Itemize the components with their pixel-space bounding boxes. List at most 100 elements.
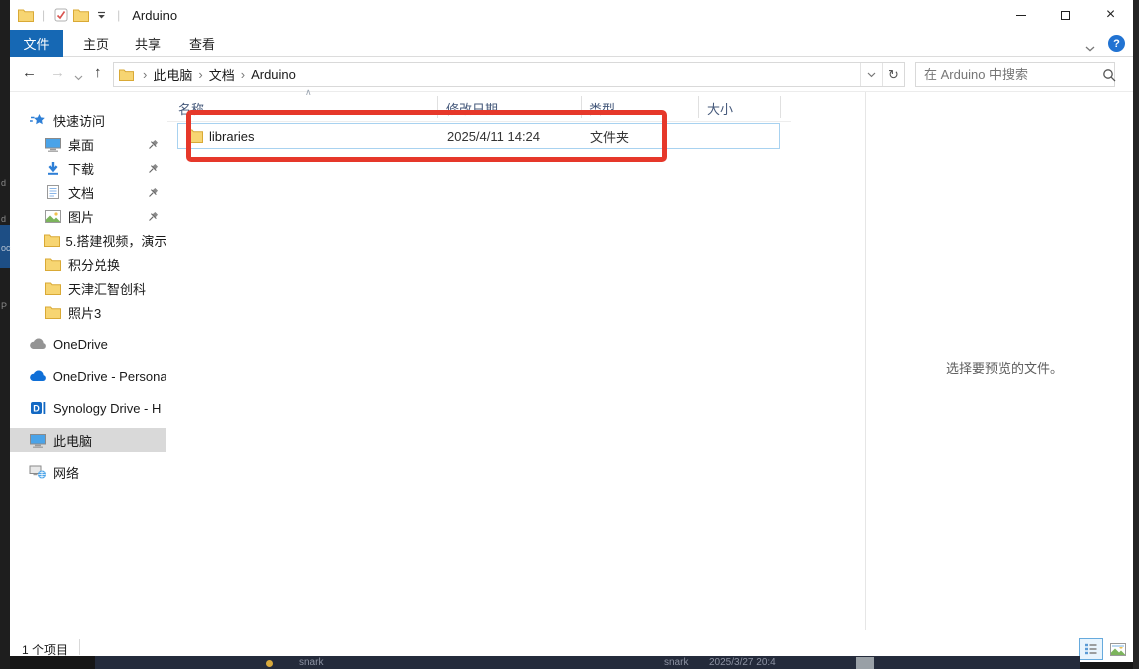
column-header-size[interactable]: 大小 <box>707 99 733 118</box>
sidebar-item-label: 快速访问 <box>53 111 105 130</box>
sidebar-item-label: 下载 <box>68 159 94 178</box>
view-details-button[interactable] <box>1079 638 1103 660</box>
sidebar-item-label: OneDrive - Persona <box>53 369 166 384</box>
svg-text:D: D <box>33 404 40 414</box>
sidebar-item-desktop[interactable]: 桌面 <box>10 132 166 156</box>
file-modified-date: 2025/4/11 14:24 <box>447 129 540 144</box>
ribbon-tab-bar: 文件 主页 共享 查看 ? <box>10 30 1133 57</box>
separator: | <box>117 8 120 22</box>
bg-text-fragment: d <box>1 214 6 224</box>
sidebar-item-label: 此电脑 <box>53 431 92 450</box>
status-separator <box>79 639 80 655</box>
qat-properties-icon[interactable] <box>51 4 71 26</box>
sidebar-item-label: 积分兑换 <box>68 255 120 274</box>
sidebar-item-label: Synology Drive - H <box>53 401 161 416</box>
desktop-icon <box>43 137 63 152</box>
sidebar-item-folder[interactable]: 积分兑换 <box>10 252 166 276</box>
folder-icon <box>43 306 63 319</box>
tab-share[interactable]: 共享 <box>122 30 174 57</box>
refresh-icon[interactable]: ↻ <box>882 63 904 86</box>
folder-icon <box>43 258 63 271</box>
close-button[interactable]: × <box>1088 0 1133 30</box>
address-folder-icon <box>114 64 138 86</box>
qat-customize-icon[interactable] <box>91 4 111 26</box>
column-header-name[interactable]: 名称 <box>178 99 204 118</box>
address-field[interactable]: › 此电脑 › 文档 › Arduino ↻ <box>113 62 905 87</box>
sidebar-item-this-pc[interactable]: 此电脑 <box>10 428 166 452</box>
pin-icon <box>148 211 159 222</box>
bg-scrollbar <box>856 657 874 669</box>
bg-text-fragment: d <box>1 178 6 188</box>
breadcrumb-arduino[interactable]: Arduino <box>245 67 302 82</box>
file-row-libraries[interactable]: libraries 2025/4/11 14:24 文件夹 <box>177 123 780 149</box>
view-thumbnails-button[interactable] <box>1106 638 1130 660</box>
sidebar-item-downloads[interactable]: 下载 <box>10 156 166 180</box>
separator: | <box>42 8 45 22</box>
bg-text-fragment: oc <box>1 243 11 253</box>
breadcrumb-this-pc[interactable]: 此电脑 <box>147 65 198 84</box>
preview-pane: 选择要预览的文件。 <box>866 92 1139 630</box>
tab-view[interactable]: 查看 <box>176 30 228 57</box>
address-bar-row: ← → ↑ › 此电脑 › 文档 › Arduino ↻ <box>10 57 1133 92</box>
preview-message: 选择要预览的文件。 <box>866 358 1139 377</box>
maximize-button[interactable] <box>1043 0 1088 30</box>
sidebar-item-folder[interactable]: 5.搭建视频，演示视 <box>10 228 166 252</box>
onedrive-cloud-blue-icon <box>28 370 48 382</box>
folder-icon <box>43 234 61 247</box>
folder-icon <box>186 129 203 143</box>
bg-file-icon <box>266 660 273 667</box>
search-input[interactable] <box>916 67 1100 82</box>
column-divider[interactable] <box>581 96 582 118</box>
bg-text-fragment: snark <box>299 657 323 668</box>
column-header-type[interactable]: 类型 <box>589 99 615 118</box>
sidebar-item-synology-drive[interactable]: D Synology Drive - H <box>10 396 166 420</box>
sidebar-item-label: 桌面 <box>68 135 94 154</box>
column-divider[interactable] <box>780 96 781 118</box>
search-icon[interactable] <box>1100 68 1123 82</box>
background-window-left-strip: d d oc P <box>0 0 10 669</box>
sidebar-item-network[interactable]: 网络 <box>10 460 166 484</box>
ribbon-collapse-chevron-icon[interactable] <box>1085 40 1095 55</box>
minimize-button[interactable] <box>998 0 1043 30</box>
background-window-bottom-left <box>10 656 95 669</box>
title-bar: | | Arduino × <box>10 0 1133 30</box>
sidebar-item-label: 网络 <box>53 463 79 482</box>
back-icon[interactable]: ← <box>22 64 37 81</box>
pin-icon <box>148 139 159 150</box>
breadcrumb-documents[interactable]: 文档 <box>203 65 241 84</box>
breadcrumb: › 此电脑 › 文档 › Arduino <box>138 65 860 84</box>
downloads-icon <box>43 161 63 176</box>
onedrive-cloud-icon <box>28 338 48 350</box>
up-icon[interactable]: ↑ <box>94 64 102 81</box>
sidebar-item-label: 5.搭建视频，演示视 <box>66 231 167 250</box>
tab-file[interactable]: 文件 <box>10 30 63 57</box>
sidebar-item-folder[interactable]: 天津汇智创科 <box>10 276 166 300</box>
window-folder-icon <box>16 4 36 26</box>
search-box[interactable] <box>915 62 1115 87</box>
file-name: libraries <box>209 129 255 144</box>
address-dropdown-chevron-icon[interactable] <box>860 63 882 86</box>
sidebar-item-onedrive[interactable]: OneDrive <box>10 332 166 356</box>
qat-new-folder-icon[interactable] <box>71 4 91 26</box>
sidebar-item-documents[interactable]: 文档 <box>10 180 166 204</box>
explorer-window: | | Arduino × 文件 主页 共享 查看 ? ← → <box>10 0 1133 662</box>
sidebar-item-label: 图片 <box>68 207 94 226</box>
forward-icon[interactable]: → <box>50 64 65 81</box>
file-type: 文件夹 <box>590 127 629 146</box>
documents-icon <box>43 184 63 200</box>
sidebar-item-folder[interactable]: 照片3 <box>10 300 166 324</box>
sort-ascending-icon: ∧ <box>305 87 312 98</box>
sidebar-item-onedrive-personal[interactable]: OneDrive - Persona <box>10 364 166 388</box>
column-divider[interactable] <box>437 96 438 118</box>
pin-icon <box>148 187 159 198</box>
folder-icon <box>43 282 63 295</box>
background-window-right-strip <box>1133 0 1139 669</box>
column-divider[interactable] <box>698 96 699 118</box>
tab-home[interactable]: 主页 <box>70 30 122 57</box>
column-header-modified[interactable]: 修改日期 <box>446 99 498 118</box>
help-icon[interactable]: ? <box>1108 35 1125 52</box>
sidebar-item-quick-access[interactable]: 快速访问 <box>10 108 166 132</box>
file-list: ∧ 名称 修改日期 类型 大小 libraries 2025/4/11 14:2… <box>167 92 865 630</box>
sidebar-item-pictures[interactable]: 图片 <box>10 204 166 228</box>
history-chevron-icon[interactable] <box>74 68 83 85</box>
